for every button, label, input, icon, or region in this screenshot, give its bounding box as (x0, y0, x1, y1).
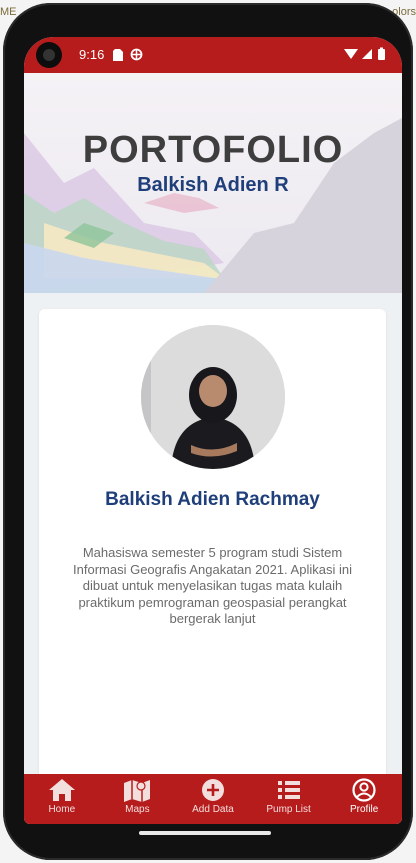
page-subtitle: Balkish Adien R (137, 174, 289, 196)
map-icon (124, 780, 151, 802)
app-screen: 9:16 PORTOFOLIO Balkish Adien R Balkish … (24, 37, 402, 824)
user-circle-icon (352, 778, 376, 802)
plus-circle-icon (201, 779, 224, 801)
hero-banner: PORTOFOLIO Balkish Adien R (24, 73, 402, 293)
battery-icon (378, 49, 385, 60)
wifi-icon (344, 49, 358, 59)
list-icon (277, 781, 300, 799)
nav-label-pump-list: Pump List (266, 804, 311, 815)
front-camera (36, 42, 62, 68)
home-icon (48, 779, 75, 801)
nav-label-maps: Maps (125, 804, 150, 815)
status-bar: 9:16 (24, 37, 402, 73)
nav-item-pump-list[interactable]: Pump List (251, 774, 327, 824)
bottom-navigation: Home Maps Add Data Pump List Profile (24, 774, 402, 824)
avatar (141, 325, 285, 469)
nav-item-maps[interactable]: Maps (100, 774, 176, 824)
nav-item-profile[interactable]: Profile (326, 774, 402, 824)
sync-icon (130, 48, 143, 66)
profile-card: Balkish Adien Rachmay Mahasiswa semester… (39, 309, 386, 789)
nav-label-add-data: Add Data (192, 804, 234, 815)
status-right-icons (344, 47, 388, 66)
profile-name: Balkish Adien Rachmay (105, 489, 320, 510)
signal-icon (362, 49, 372, 59)
nav-label-profile: Profile (349, 804, 379, 815)
nav-item-add-data[interactable]: Add Data (175, 774, 251, 824)
profile-photo (141, 325, 285, 469)
phone-frame: 9:16 PORTOFOLIO Balkish Adien R Balkish … (3, 3, 413, 860)
status-time: 9:16 (79, 47, 105, 62)
nav-item-home[interactable]: Home (24, 774, 100, 824)
sim-icon (113, 48, 123, 66)
home-indicator[interactable] (139, 831, 271, 835)
corner-text-left: ME (0, 6, 17, 18)
nav-label-home: Home (48, 804, 76, 815)
profile-bio: Mahasiswa semester 5 program studi Siste… (73, 545, 352, 626)
page-title: PORTOFOLIO (82, 129, 344, 171)
